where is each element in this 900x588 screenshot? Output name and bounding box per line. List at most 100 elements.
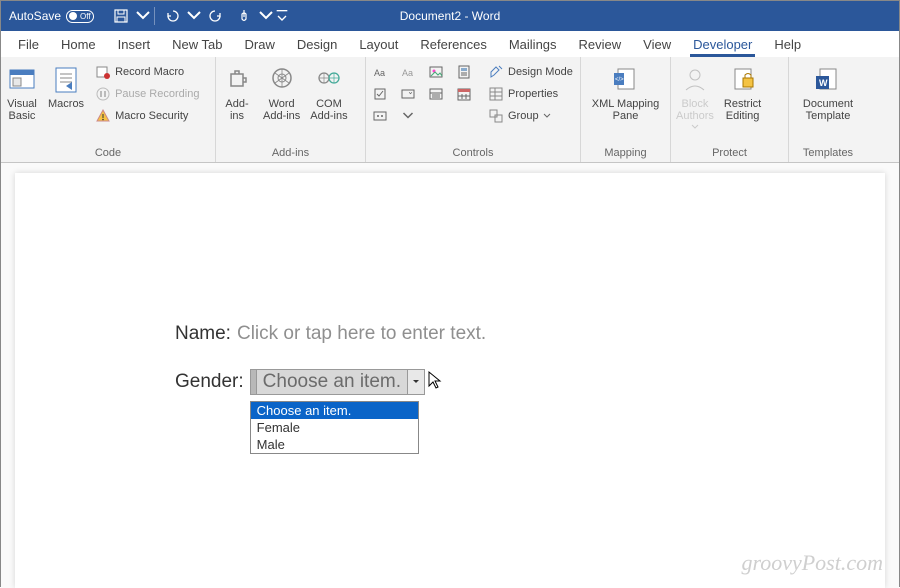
gender-dropdown[interactable]: Choose an item. Choose an item. Female M… xyxy=(250,369,425,395)
tab-newtab[interactable]: New Tab xyxy=(161,33,233,57)
ribbon-group-templates: W Document Template Templates xyxy=(789,57,867,162)
warning-icon xyxy=(95,108,111,124)
ribbon-group-addins: Add- ins Word Add-ins COM Add-ins Add-in… xyxy=(216,57,366,162)
dropdown-arrow-button[interactable] xyxy=(407,370,424,394)
date-picker-control[interactable] xyxy=(450,83,478,105)
legacy-tools[interactable] xyxy=(366,105,394,127)
ribbon-group-code: Visual Basic Macros Record Macro Pause R… xyxy=(1,57,216,162)
building-block-control[interactable] xyxy=(450,61,478,83)
spacer xyxy=(450,105,478,127)
picture-control[interactable] xyxy=(422,61,450,83)
toggle-switch[interactable]: Off xyxy=(66,10,94,23)
xml-mapping-button[interactable]: </> XML Mapping Pane xyxy=(587,61,664,125)
undo-button[interactable] xyxy=(159,4,185,28)
tab-view[interactable]: View xyxy=(632,33,682,57)
xml-mapping-icon: </> xyxy=(610,64,642,96)
svg-text:Aa: Aa xyxy=(374,68,385,78)
dropdown-list[interactable]: Choose an item. Female Male xyxy=(250,401,419,454)
word-addins-button[interactable]: Word Add-ins xyxy=(258,61,305,125)
dropdown-value: Choose an item. xyxy=(257,370,407,394)
label: XML Mapping Pane xyxy=(592,98,659,122)
group-label: Templates xyxy=(789,145,867,162)
controls-gallery: Aa Aa xyxy=(366,61,478,127)
document-title: Document2 - Word xyxy=(400,9,500,23)
label: Macros xyxy=(48,98,84,110)
properties-button[interactable]: Properties xyxy=(482,83,579,105)
qat-customize[interactable] xyxy=(275,4,289,28)
record-macro-button[interactable]: Record Macro xyxy=(89,61,205,83)
com-addins-button[interactable]: COM Add-ins xyxy=(305,61,352,125)
quick-access-toolbar xyxy=(108,4,289,28)
save-button[interactable] xyxy=(108,4,134,28)
tab-insert[interactable]: Insert xyxy=(107,33,162,57)
svg-text:Aa: Aa xyxy=(402,68,413,78)
document-template-icon: W xyxy=(812,64,844,96)
visual-basic-icon xyxy=(6,64,38,96)
tab-references[interactable]: References xyxy=(409,33,497,57)
title-bar: AutoSave Off Document2 - Word xyxy=(1,1,899,31)
tab-file[interactable]: File xyxy=(7,33,50,57)
rich-text-control[interactable]: Aa xyxy=(366,61,394,83)
redo-button[interactable] xyxy=(203,4,229,28)
visual-basic-button[interactable]: Visual Basic xyxy=(1,61,43,125)
chevron-down-icon xyxy=(691,124,699,130)
svg-text:W: W xyxy=(819,78,828,88)
svg-text:</>: </> xyxy=(615,77,624,83)
separator xyxy=(154,7,155,25)
record-macro-icon xyxy=(95,64,111,80)
ribbon-group-controls: Aa Aa xyxy=(366,57,581,162)
autosave-toggle[interactable]: AutoSave Off xyxy=(1,9,102,23)
combobox-control[interactable] xyxy=(394,83,422,105)
document-page[interactable]: Name: Click or tap here to enter text. G… xyxy=(15,173,885,588)
document-template-button[interactable]: W Document Template xyxy=(798,61,858,125)
name-field-row: Name: Click or tap here to enter text. xyxy=(175,323,885,345)
tab-layout[interactable]: Layout xyxy=(348,33,409,57)
tab-draw[interactable]: Draw xyxy=(234,33,286,57)
com-addins-icon xyxy=(313,64,345,96)
dropdown-item[interactable]: Female xyxy=(251,419,418,436)
label: Restrict Editing xyxy=(724,98,761,122)
legacy-dropdown[interactable] xyxy=(394,105,422,127)
macro-security-button[interactable]: Macro Security xyxy=(89,105,205,127)
save-dropdown[interactable] xyxy=(136,4,150,28)
undo-dropdown[interactable] xyxy=(187,4,201,28)
label: Word Add-ins xyxy=(263,98,300,122)
plain-text-control[interactable]: Aa xyxy=(394,61,422,83)
restrict-editing-icon xyxy=(727,64,759,96)
dropdown-item[interactable]: Choose an item. xyxy=(251,402,418,419)
label: Visual Basic xyxy=(7,98,37,122)
label: Design Mode xyxy=(508,66,573,78)
restrict-editing-button[interactable]: Restrict Editing xyxy=(719,61,766,125)
ribbon-group-protect: Block Authors Restrict Editing Protect xyxy=(671,57,789,162)
macros-button[interactable]: Macros xyxy=(43,61,89,113)
addins-button[interactable]: Add- ins xyxy=(216,61,258,125)
tab-developer[interactable]: Developer xyxy=(682,33,763,57)
design-mode-icon xyxy=(488,64,504,80)
label: Record Macro xyxy=(115,66,184,78)
touch-mode-button[interactable] xyxy=(231,4,257,28)
tab-review[interactable]: Review xyxy=(568,33,633,57)
group-button[interactable]: Group xyxy=(482,105,579,127)
dropdown-item[interactable]: Male xyxy=(251,436,418,453)
group-label: Controls xyxy=(366,145,580,162)
label: Pause Recording xyxy=(115,88,199,100)
label: Block Authors xyxy=(676,98,714,122)
design-mode-button[interactable]: Design Mode xyxy=(482,61,579,83)
touch-dropdown[interactable] xyxy=(259,4,273,28)
tab-mailings[interactable]: Mailings xyxy=(498,33,568,57)
autosave-label: AutoSave xyxy=(9,9,61,23)
group-label: Add-ins xyxy=(216,145,365,162)
label: Document Template xyxy=(803,98,853,122)
tab-help[interactable]: Help xyxy=(763,33,812,57)
block-authors-button[interactable]: Block Authors xyxy=(671,61,719,133)
pause-recording-button: Pause Recording xyxy=(89,83,205,105)
tab-design[interactable]: Design xyxy=(286,33,348,57)
watermark: groovyPost.com xyxy=(741,550,883,576)
tab-home[interactable]: Home xyxy=(50,33,107,57)
checkbox-control[interactable] xyxy=(366,83,394,105)
dropdown-box[interactable]: Choose an item. xyxy=(250,369,425,395)
dropdown-control[interactable] xyxy=(422,83,450,105)
addins-icon xyxy=(221,64,253,96)
name-placeholder[interactable]: Click or tap here to enter text. xyxy=(237,323,486,345)
chevron-down-icon xyxy=(412,378,420,386)
